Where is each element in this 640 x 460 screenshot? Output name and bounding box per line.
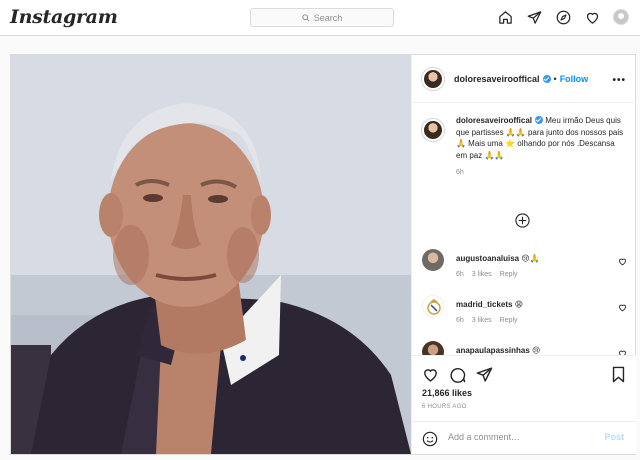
comment-like-heart-icon[interactable] (618, 257, 627, 266)
comment-body: 😩 (514, 300, 524, 309)
profile-avatar[interactable] (612, 8, 630, 26)
comment-text: augustoanaluisa 😢🙏 (456, 254, 540, 263)
post-photo[interactable] (11, 55, 411, 454)
search-icon (302, 13, 310, 22)
real-madrid-crest-icon (427, 299, 441, 315)
comment-body: 😢🙏 (521, 254, 540, 263)
comment-likes[interactable]: 3 likes (472, 317, 492, 324)
share-icon[interactable] (476, 366, 493, 383)
post-sidebar: doloresaveirooffical • Follow ••• dolore… (411, 55, 636, 454)
explore-icon[interactable] (554, 8, 572, 26)
follow-button[interactable]: Follow (560, 74, 589, 84)
load-more-comments-icon[interactable] (515, 213, 530, 228)
likes-count[interactable]: 21,866 likes (422, 388, 472, 398)
commenter-username[interactable]: madrid_tickets (456, 300, 512, 309)
post-timestamp: 6 HOURS AGO (422, 404, 467, 410)
post-actions: 21,866 likes 6 HOURS AGO Post (412, 355, 636, 454)
comment-item: augustoanaluisa 😢🙏 6h 3 likes Reply (422, 249, 627, 283)
caption-avatar[interactable] (422, 119, 444, 141)
save-bookmark-icon[interactable] (611, 366, 626, 383)
comment-like-heart-icon[interactable] (618, 303, 627, 312)
search-placeholder: Search (313, 12, 343, 23)
comment-meta: 6h 3 likes Reply (456, 317, 526, 324)
comment-icon[interactable] (449, 366, 466, 383)
post-caption: doloresaveirooffical Meu irmão Deus quis… (422, 115, 627, 176)
post-card: doloresaveirooffical • Follow ••• dolore… (10, 54, 636, 455)
like-heart-icon[interactable] (422, 366, 439, 383)
comment-text: anapaulapassinhas 😢 (456, 346, 540, 355)
more-options-icon[interactable]: ••• (612, 75, 626, 86)
reply-button[interactable]: Reply (500, 317, 518, 324)
commenter-avatar[interactable] (422, 295, 444, 317)
author-avatar[interactable] (422, 67, 444, 90)
caption-time: 6h (456, 169, 464, 176)
action-icons (422, 366, 493, 383)
comment-time: 6h (456, 317, 464, 324)
direct-icon[interactable] (525, 8, 543, 26)
emoji-icon[interactable] (422, 431, 438, 447)
instagram-logo[interactable]: Instagram (10, 6, 118, 28)
comment-likes[interactable]: 3 likes (472, 271, 492, 278)
caption-body: doloresaveirooffical Meu irmão Deus quis… (456, 115, 627, 161)
avatar (613, 9, 629, 25)
activity-heart-icon[interactable] (583, 8, 601, 26)
reply-button[interactable]: Reply (500, 271, 518, 278)
comment-text: madrid_tickets 😩 (456, 300, 523, 309)
separator-dot: • (553, 73, 557, 84)
commenter-username[interactable]: anapaulapassinhas (456, 346, 530, 355)
portrait-illustration (11, 55, 411, 454)
commenter-username[interactable]: augustoanaluisa (456, 254, 519, 263)
verified-badge-icon (542, 74, 551, 83)
comment-meta: 6h 3 likes Reply (456, 271, 526, 278)
author-username[interactable]: doloresaveirooffical (454, 74, 540, 84)
add-comment-input[interactable] (448, 432, 588, 442)
comment-body: 😢 (532, 346, 541, 355)
post-comment-button[interactable]: Post (604, 432, 624, 442)
nav-icons (496, 8, 630, 26)
commenter-avatar[interactable] (422, 249, 444, 271)
comment-item: madrid_tickets 😩 6h 3 likes Reply (422, 295, 627, 329)
verified-badge-icon (535, 116, 544, 124)
home-icon[interactable] (496, 8, 514, 26)
post-header: doloresaveirooffical • Follow ••• (412, 55, 636, 103)
add-comment-bar: Post (412, 421, 636, 455)
comment-time: 6h (456, 271, 464, 278)
search-box[interactable]: Search (250, 8, 394, 27)
top-nav-bar: Instagram Search (0, 0, 640, 36)
caption-username[interactable]: doloresaveirooffical (456, 116, 532, 125)
